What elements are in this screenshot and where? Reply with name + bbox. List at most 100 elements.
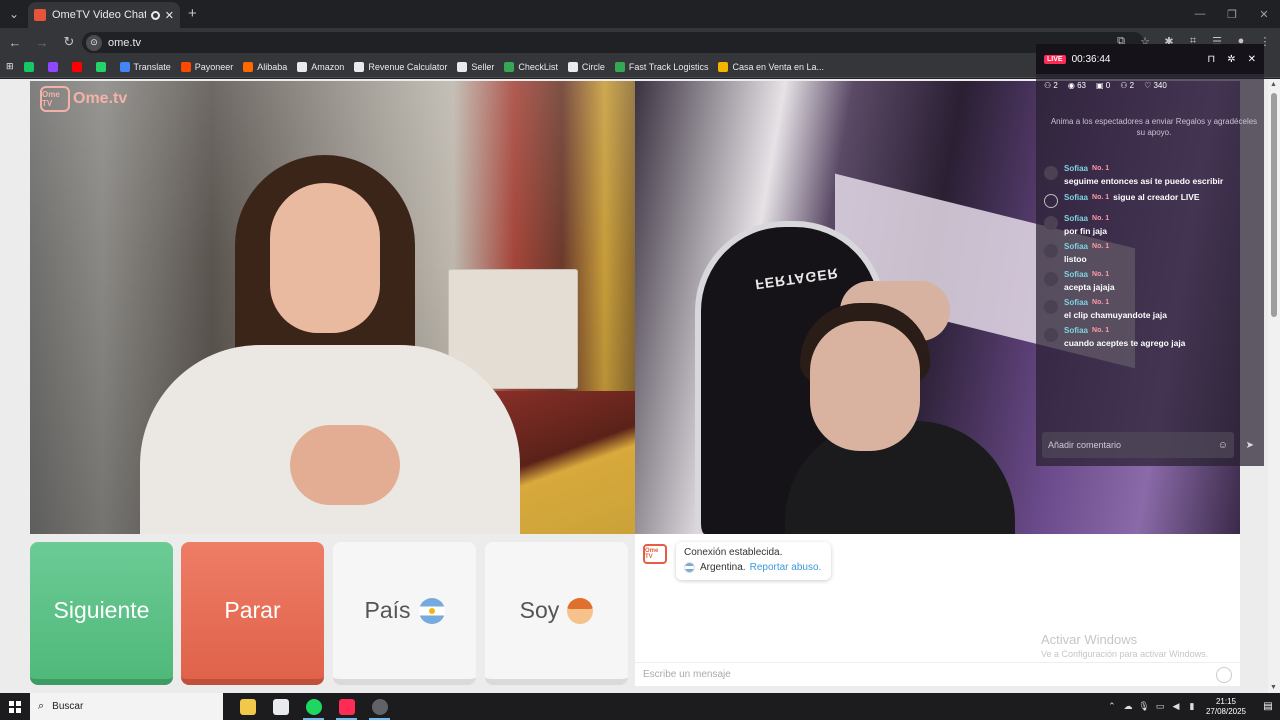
commenter-avatar[interactable] <box>1044 194 1058 208</box>
document-app[interactable] <box>264 693 297 720</box>
tab-search-button[interactable]: ⌄ <box>0 0 28 28</box>
comment-text: acepta jajaja <box>1064 282 1115 292</box>
commenter-avatar[interactable] <box>1044 328 1058 342</box>
message-input[interactable]: Escribe un mensaje <box>635 662 1240 686</box>
bookmark-item[interactable] <box>47 61 62 72</box>
bookmark-favicon-icon <box>180 61 191 72</box>
live-comment[interactable]: Sofiaa No. 1 por fin jaja <box>1044 214 1264 236</box>
scroll-up-icon[interactable]: ▲ <box>1270 81 1277 88</box>
forward-button[interactable]: → <box>30 30 54 54</box>
commenter-avatar[interactable] <box>1044 166 1058 180</box>
bookmark-item[interactable]: Amazon <box>297 61 345 72</box>
boy-emoji-icon <box>567 597 594 624</box>
bookmark-item[interactable]: Seller <box>457 61 494 72</box>
ometv-system-icon: Ome TV <box>643 544 667 564</box>
comment-text: cuando aceptes te agrego jaja <box>1064 338 1186 348</box>
bookmark-item[interactable]: Circle <box>567 61 605 72</box>
spotify-app[interactable] <box>297 693 330 720</box>
commenter-avatar[interactable] <box>1044 244 1058 258</box>
bookmark-label: Amazon <box>311 61 345 72</box>
text-chat: Ome TV Conexión establecida. Argentina. … <box>635 534 1240 686</box>
commenter-name[interactable]: Sofiaa <box>1064 242 1088 251</box>
taskbar-search[interactable]: ⌕ Buscar <box>30 693 223 720</box>
tiktok-app[interactable] <box>330 693 363 720</box>
bookmark-item[interactable]: Translate <box>119 61 171 72</box>
bookmark-item[interactable] <box>23 61 38 72</box>
lock-icon[interactable]: ⊓ <box>1207 54 1215 65</box>
emoji-icon[interactable]: ☺ <box>1218 440 1228 451</box>
live-comment[interactable]: Sofiaa No. 1 el clip chamuyandote jaja <box>1044 298 1264 320</box>
activate-windows-title: Activar Windows <box>1041 632 1138 647</box>
new-tab-button[interactable]: + <box>188 5 197 22</box>
bookmark-favicon-icon <box>23 61 34 72</box>
back-button[interactable]: ← <box>3 30 27 54</box>
stop-button[interactable]: Parar <box>181 542 324 685</box>
reload-button[interactable]: ↻ <box>57 30 81 54</box>
minimize-icon[interactable]: — <box>1184 0 1216 28</box>
send-icon[interactable]: ➤ <box>1246 440 1254 451</box>
live-comment[interactable]: Sofiaa No. 1 listoo <box>1044 242 1264 264</box>
comment-text: seguime entonces así te puedo escribir <box>1064 176 1224 186</box>
bookmark-item[interactable]: Casa en Venta en La... <box>718 61 824 72</box>
onedrive-icon[interactable]: ☁ <box>1120 701 1136 712</box>
page-scrollbar[interactable]: ▲ ▼ <box>1268 79 1280 693</box>
gender-button[interactable]: Soy <box>485 542 628 685</box>
site-info-icon[interactable]: ⊙ <box>86 34 102 51</box>
chrome-app[interactable] <box>363 693 396 720</box>
bookmark-item[interactable]: Fast Track Logistics <box>614 61 708 72</box>
next-label: Siguiente <box>53 597 150 623</box>
close-overlay-icon[interactable]: ✕ <box>1248 54 1256 65</box>
message-placeholder: Escribe un mensaje <box>643 669 731 680</box>
scrollbar-thumb[interactable] <box>1271 93 1277 317</box>
live-comment[interactable]: Sofiaa No. 1 sigue al creador LIVE <box>1044 192 1264 208</box>
report-abuse-link[interactable]: Reportar abuso. <box>750 562 822 573</box>
country-text: Argentina. <box>700 562 746 573</box>
stranger-video <box>30 81 635 534</box>
commenter-name[interactable]: Sofiaa <box>1064 193 1088 202</box>
emoji-icon[interactable] <box>1216 666 1232 683</box>
commenter-name[interactable]: Sofiaa <box>1064 298 1088 307</box>
commenter-name[interactable]: Sofiaa <box>1064 326 1088 335</box>
bookmark-item[interactable] <box>95 61 110 72</box>
bookmark-item[interactable]: Revenue Calculator <box>354 61 447 72</box>
live-comment[interactable]: Sofiaa No. 1 cuando aceptes te agrego jaja <box>1044 326 1264 348</box>
apps-grid-icon[interactable]: ⊞ <box>6 61 14 72</box>
clock[interactable]: 21:15 27/08/2025 <box>1206 697 1246 717</box>
bookmark-item[interactable] <box>71 61 86 72</box>
close-window-icon[interactable]: ✕ <box>1248 0 1280 28</box>
bookmark-item[interactable]: Alibaba <box>243 61 287 72</box>
mic-icon[interactable]: 🎙 <box>1136 701 1152 712</box>
close-tab-icon[interactable]: ✕ <box>165 9 174 22</box>
commenter-avatar[interactable] <box>1044 272 1058 286</box>
start-button[interactable] <box>0 693 30 720</box>
live-chat-overlay: LIVE 00:36:44 ⊓ ✲ ✕ ⚇ 2 ◉ 63 ▣ 0 ⚇ 2 ♡ 3… <box>1036 44 1264 466</box>
browser-tab[interactable]: OmeTV Video Chat — Online ✕ <box>28 2 180 28</box>
address-bar[interactable]: ⊙ ome.tv <box>82 32 1144 53</box>
battery-icon[interactable]: ▮ <box>1184 701 1200 712</box>
commenter-name[interactable]: Sofiaa <box>1064 270 1088 279</box>
ometv-logo[interactable]: Ome TV Ome.tv <box>40 86 127 112</box>
live-comment[interactable]: Sofiaa No. 1 seguime entonces así te puedo… <box>1044 164 1264 186</box>
live-comment[interactable]: Sofiaa No. 1 acepta jajaja <box>1044 270 1264 292</box>
next-button[interactable]: Siguiente <box>30 542 173 685</box>
network-icon[interactable]: ▭ <box>1152 701 1168 712</box>
notifications-icon[interactable]: ▤ <box>1256 701 1280 712</box>
url-text: ome.tv <box>108 36 142 49</box>
commenter-avatar[interactable] <box>1044 216 1058 230</box>
joined-stat: ⚇ 2 <box>1120 80 1135 90</box>
settings-icon[interactable]: ✲ <box>1227 54 1235 65</box>
scroll-down-icon[interactable]: ▼ <box>1270 684 1277 691</box>
bookmark-item[interactable]: CheckList <box>504 61 558 72</box>
commenter-name[interactable]: Sofiaa <box>1064 164 1088 173</box>
commenter-avatar[interactable] <box>1044 300 1058 314</box>
commenter-name[interactable]: Sofiaa <box>1064 214 1088 223</box>
file-explorer-app[interactable] <box>231 693 264 720</box>
volume-icon[interactable]: ◀ <box>1168 701 1184 712</box>
maximize-icon[interactable]: ❐ <box>1216 0 1248 28</box>
comment-input[interactable]: Añadir comentario ☺ <box>1042 432 1234 458</box>
rank-badge: No. 1 <box>1092 193 1110 201</box>
tray-overflow-icon[interactable]: ⌃ <box>1104 701 1120 712</box>
bookmark-item[interactable]: Payoneer <box>180 61 233 72</box>
comment-text: listoo <box>1064 254 1087 264</box>
country-button[interactable]: País <box>333 542 476 685</box>
